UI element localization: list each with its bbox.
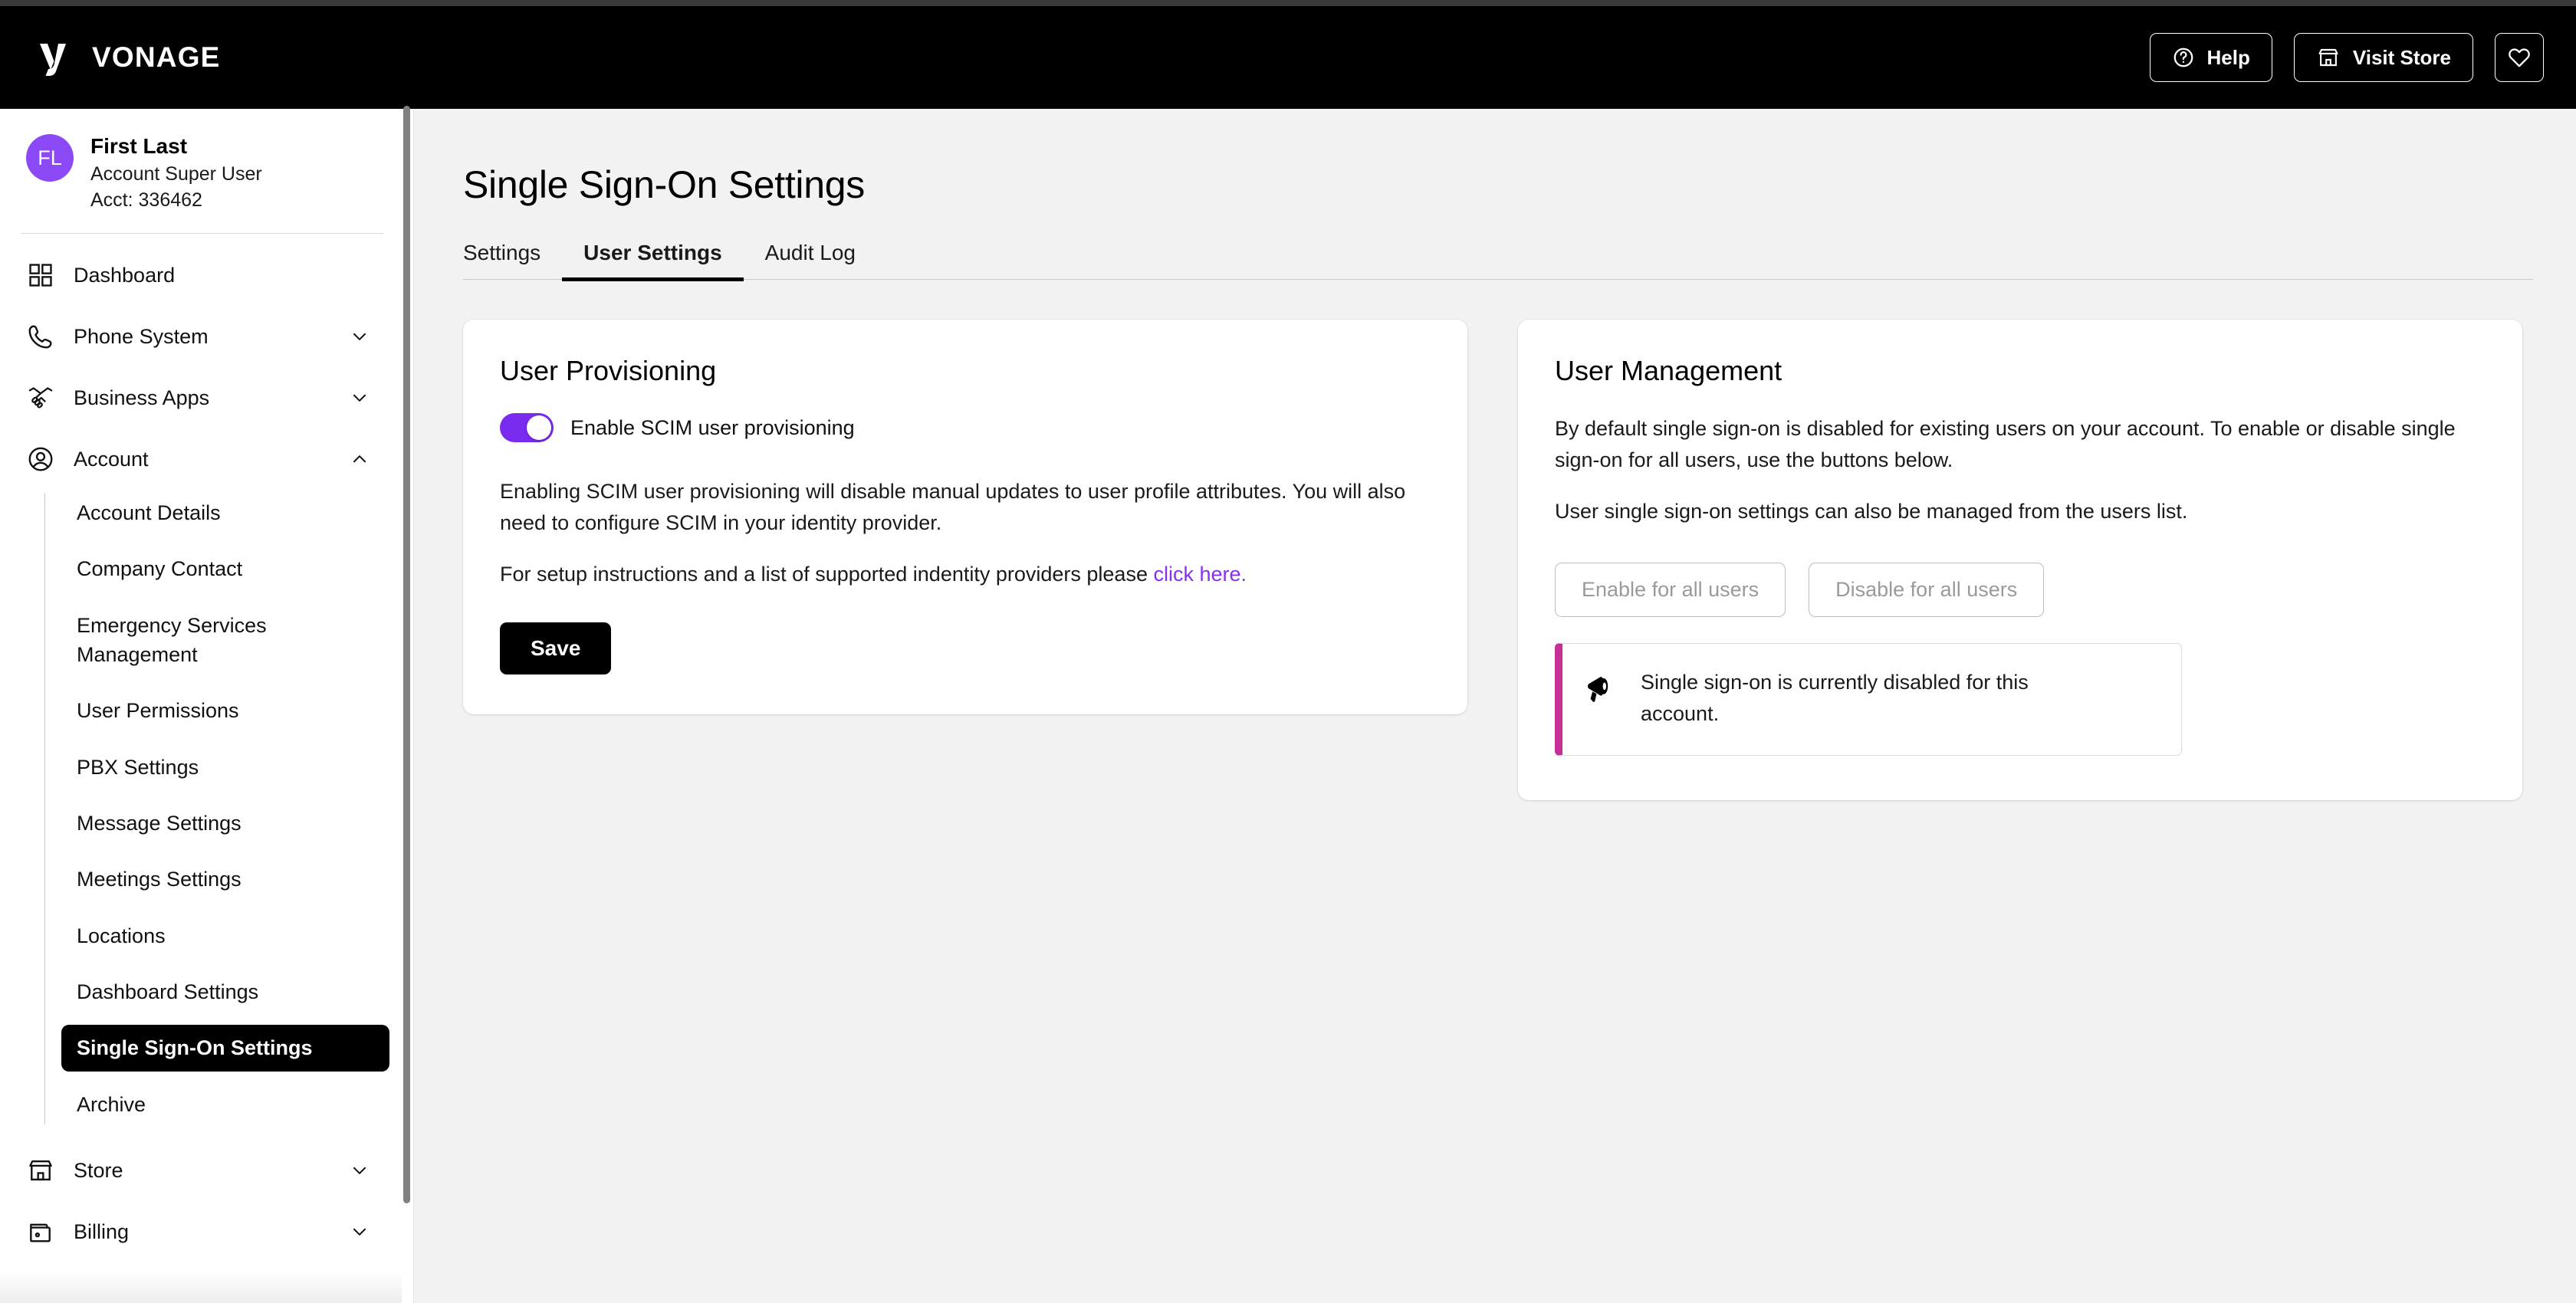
- chevron-down-icon[interactable]: [350, 388, 370, 408]
- brand-name: VONAGE: [92, 41, 221, 73]
- megaphone-icon: [1584, 668, 1621, 705]
- sidebar-item-label: Phone System: [74, 324, 209, 348]
- sidebar-item-user-permissions[interactable]: User Permissions: [61, 688, 389, 734]
- sidebar-item-label: Dashboard: [74, 263, 176, 287]
- tab-user-settings[interactable]: User Settings: [562, 241, 744, 281]
- sidebar-item-label: Account: [74, 447, 149, 471]
- sidebar-item-locations[interactable]: Locations: [61, 913, 389, 959]
- scim-toggle-row[interactable]: Enable SCIM user provisioning: [500, 413, 1431, 442]
- sidebar-item-pbx-settings[interactable]: PBX Settings: [61, 744, 389, 790]
- sidebar: FL First Last Account Super User Acct: 3…: [0, 109, 414, 1303]
- save-button[interactable]: Save: [500, 622, 612, 675]
- sidebar-item-label: Business Apps: [74, 386, 210, 409]
- sidebar-item-store[interactable]: Store: [0, 1140, 405, 1201]
- help-button-label: Help: [2206, 45, 2250, 69]
- user-provisioning-title: User Provisioning: [500, 355, 717, 386]
- sidebar-scroll-content: FL First Last Account Super User Acct: 3…: [0, 109, 405, 1262]
- top-header: VONAGE Help Visit Store: [0, 6, 2576, 109]
- chevron-down-icon[interactable]: [350, 1222, 370, 1242]
- brand-logo[interactable]: VONAGE: [32, 36, 221, 79]
- account-subnav: Account Details Company Contact Emergenc…: [44, 490, 405, 1127]
- sso-status-notice: Single sign-on is currently disabled for…: [1555, 643, 2182, 757]
- sidebar-nav: Dashboard Phone System Business Apps Acc…: [0, 234, 405, 1262]
- management-paragraph-1: By default single sign-on is disabled fo…: [1555, 417, 2456, 472]
- user-management-title: User Management: [1555, 355, 1783, 386]
- provisioning-paragraph-1: Enabling SCIM user provisioning will dis…: [500, 480, 1406, 535]
- handshake-icon: [26, 383, 55, 412]
- wallet-icon: [26, 1217, 55, 1246]
- sidebar-item-company-contact[interactable]: Company Contact: [61, 546, 389, 592]
- sso-status-notice-text: Single sign-on is currently disabled for…: [1641, 671, 2029, 725]
- user-profile[interactable]: FL First Last Account Super User Acct: 3…: [0, 109, 405, 233]
- grid-icon: [26, 261, 55, 290]
- profile-role: Account Super User: [90, 163, 262, 185]
- profile-name: First Last: [90, 134, 188, 158]
- tab-settings[interactable]: Settings: [463, 241, 562, 279]
- question-circle-icon: [2172, 46, 2195, 69]
- tab-audit-log[interactable]: Audit Log: [744, 241, 877, 279]
- sidebar-item-account-details[interactable]: Account Details: [61, 490, 389, 536]
- sidebar-item-label: Billing: [74, 1219, 130, 1243]
- management-paragraph-2: User single sign-on settings can also be…: [1555, 500, 2188, 523]
- vonage-logo-icon: [32, 36, 75, 79]
- storefront-icon: [26, 1156, 55, 1185]
- chevron-up-icon[interactable]: [350, 449, 370, 469]
- enable-for-all-users-button[interactable]: Enable for all users: [1555, 563, 1786, 618]
- disable-for-all-users-button[interactable]: Disable for all users: [1809, 563, 2045, 618]
- main-content: Single Sign-On Settings Settings User Se…: [414, 109, 2576, 1303]
- sidebar-scrollbar-thumb[interactable]: [403, 106, 410, 1203]
- phone-icon: [26, 322, 55, 351]
- tab-bar: Settings User Settings Audit Log: [463, 241, 2533, 281]
- click-here-link[interactable]: click here.: [1153, 563, 1247, 586]
- sidebar-item-single-sign-on-settings[interactable]: Single Sign-On Settings: [61, 1025, 389, 1072]
- sidebar-item-phone-system[interactable]: Phone System: [0, 306, 405, 367]
- chevron-down-icon[interactable]: [350, 1160, 370, 1180]
- sidebar-item-account[interactable]: Account: [0, 428, 405, 490]
- provisioning-paragraph-2-text: For setup instructions and a list of sup…: [500, 563, 1154, 586]
- sidebar-bottom-fade: [0, 1271, 405, 1303]
- visit-store-button-label: Visit Store: [2352, 45, 2451, 69]
- header-actions: Help Visit Store: [2149, 33, 2544, 82]
- sidebar-item-business-apps[interactable]: Business Apps: [0, 367, 405, 428]
- profile-account-number: Acct: 336462: [90, 189, 202, 212]
- heart-icon: [2507, 45, 2532, 70]
- sidebar-item-billing[interactable]: Billing: [0, 1201, 405, 1262]
- user-circle-icon: [26, 445, 55, 474]
- profile-text: First Last Account Super User Acct: 3364…: [90, 132, 262, 213]
- sidebar-item-archive[interactable]: Archive: [61, 1081, 389, 1127]
- scim-toggle[interactable]: [500, 413, 554, 442]
- user-provisioning-card: User Provisioning Enable SCIM user provi…: [463, 320, 1467, 715]
- cards-row: User Provisioning Enable SCIM user provi…: [463, 320, 2533, 801]
- browser-chrome-strip: [0, 0, 2576, 6]
- page-title: Single Sign-On Settings: [463, 163, 865, 206]
- sidebar-item-label: Store: [74, 1158, 123, 1182]
- user-management-card: User Management By default single sign-o…: [1518, 320, 2522, 801]
- avatar: FL: [26, 134, 74, 182]
- sidebar-item-dashboard-settings[interactable]: Dashboard Settings: [61, 969, 389, 1015]
- favorites-button[interactable]: [2495, 33, 2544, 82]
- scim-toggle-label: Enable SCIM user provisioning: [570, 415, 855, 439]
- management-buttons: Enable for all users Disable for all use…: [1555, 563, 2486, 618]
- help-button[interactable]: Help: [2149, 33, 2272, 82]
- sidebar-item-meetings-settings[interactable]: Meetings Settings: [61, 856, 389, 902]
- sidebar-item-dashboard[interactable]: Dashboard: [0, 245, 405, 306]
- visit-store-button[interactable]: Visit Store: [2293, 33, 2473, 82]
- sidebar-item-emergency-services-management[interactable]: Emergency Services Management: [61, 602, 389, 678]
- storefront-icon: [2316, 45, 2341, 70]
- sidebar-item-message-settings[interactable]: Message Settings: [61, 800, 389, 846]
- chevron-down-icon[interactable]: [350, 327, 370, 346]
- toggle-knob: [527, 415, 551, 440]
- provisioning-paragraph-2: For setup instructions and a list of sup…: [500, 559, 1431, 590]
